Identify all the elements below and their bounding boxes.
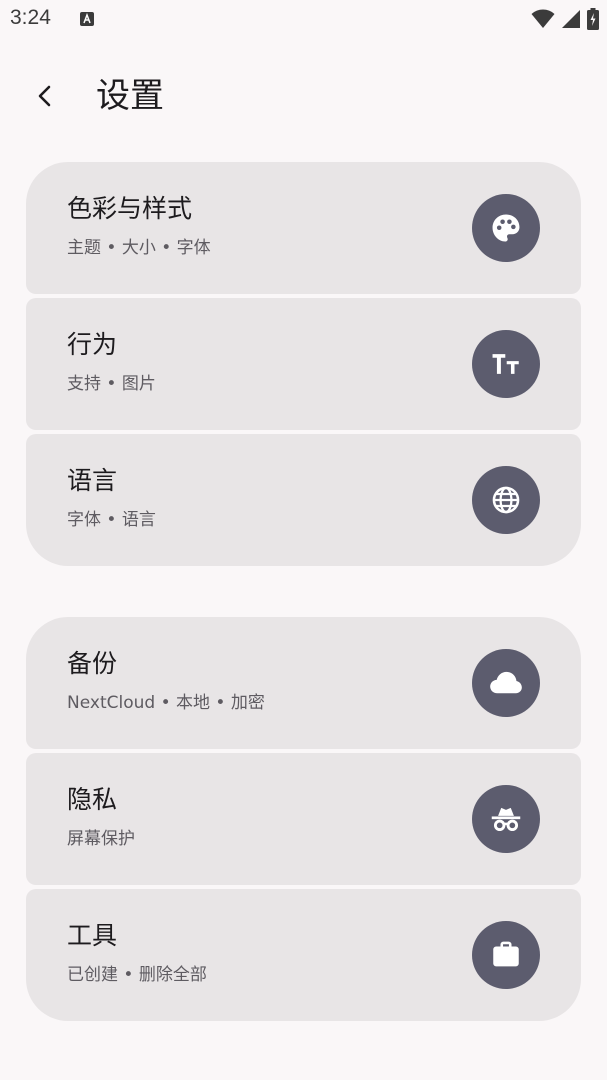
page-title: 设置 — [96, 76, 164, 116]
app-bar: 设置 — [0, 60, 607, 132]
settings-item-language[interactable]: 语言 字体 • 语言 — [26, 434, 581, 566]
settings-item-privacy[interactable]: 隐私 屏幕保护 — [26, 753, 581, 885]
settings-item-title: 隐私 — [67, 785, 118, 814]
a-icon — [80, 11, 94, 26]
settings-item-style[interactable]: 色彩与样式 主题 • 大小 • 字体 — [26, 162, 581, 294]
cloud-icon — [472, 649, 540, 717]
settings-item-title: 行为 — [67, 330, 118, 359]
settings-item-title: 备份 — [67, 649, 118, 678]
settings-item-backup[interactable]: 备份 NextCloud • 本地 • 加密 — [26, 617, 581, 749]
settings-item-behavior[interactable]: 行为 支持 • 图片 — [26, 298, 581, 430]
status-time: 3:24 — [10, 6, 51, 29]
settings-item-tools[interactable]: 工具 已创建 • 删除全部 — [26, 889, 581, 1021]
battery-charging-icon — [587, 8, 599, 34]
settings-group-appearance: 色彩与样式 主题 • 大小 • 字体 行为 支持 • 图片 语言 字体 • 语言 — [26, 162, 581, 566]
briefcase-icon — [472, 921, 540, 989]
settings-item-subtitle: 字体 • 语言 — [67, 510, 156, 530]
globe-icon — [472, 466, 540, 534]
settings-item-title: 语言 — [67, 466, 118, 495]
settings-item-subtitle: 屏幕保护 — [67, 829, 135, 849]
settings-item-subtitle: 主题 • 大小 • 字体 — [67, 238, 211, 258]
back-button[interactable] — [20, 72, 72, 124]
settings-item-subtitle: NextCloud • 本地 • 加密 — [67, 693, 265, 713]
settings-item-title: 工具 — [67, 921, 118, 950]
back-arrow-icon — [34, 84, 58, 112]
settings-item-title: 色彩与样式 — [67, 194, 193, 223]
settings-group-data: 备份 NextCloud • 本地 • 加密 隐私 屏幕保护 工具 已创建 • … — [26, 617, 581, 1021]
signal-icon — [561, 9, 581, 33]
status-icons — [531, 8, 599, 34]
wifi-icon — [531, 9, 555, 33]
incognito-icon — [472, 785, 540, 853]
settings-item-subtitle: 支持 • 图片 — [67, 374, 156, 394]
settings-item-subtitle: 已创建 • 删除全部 — [67, 965, 207, 985]
text-size-icon — [472, 330, 540, 398]
palette-icon — [472, 194, 540, 262]
status-bar: 3:24 — [0, 0, 607, 40]
